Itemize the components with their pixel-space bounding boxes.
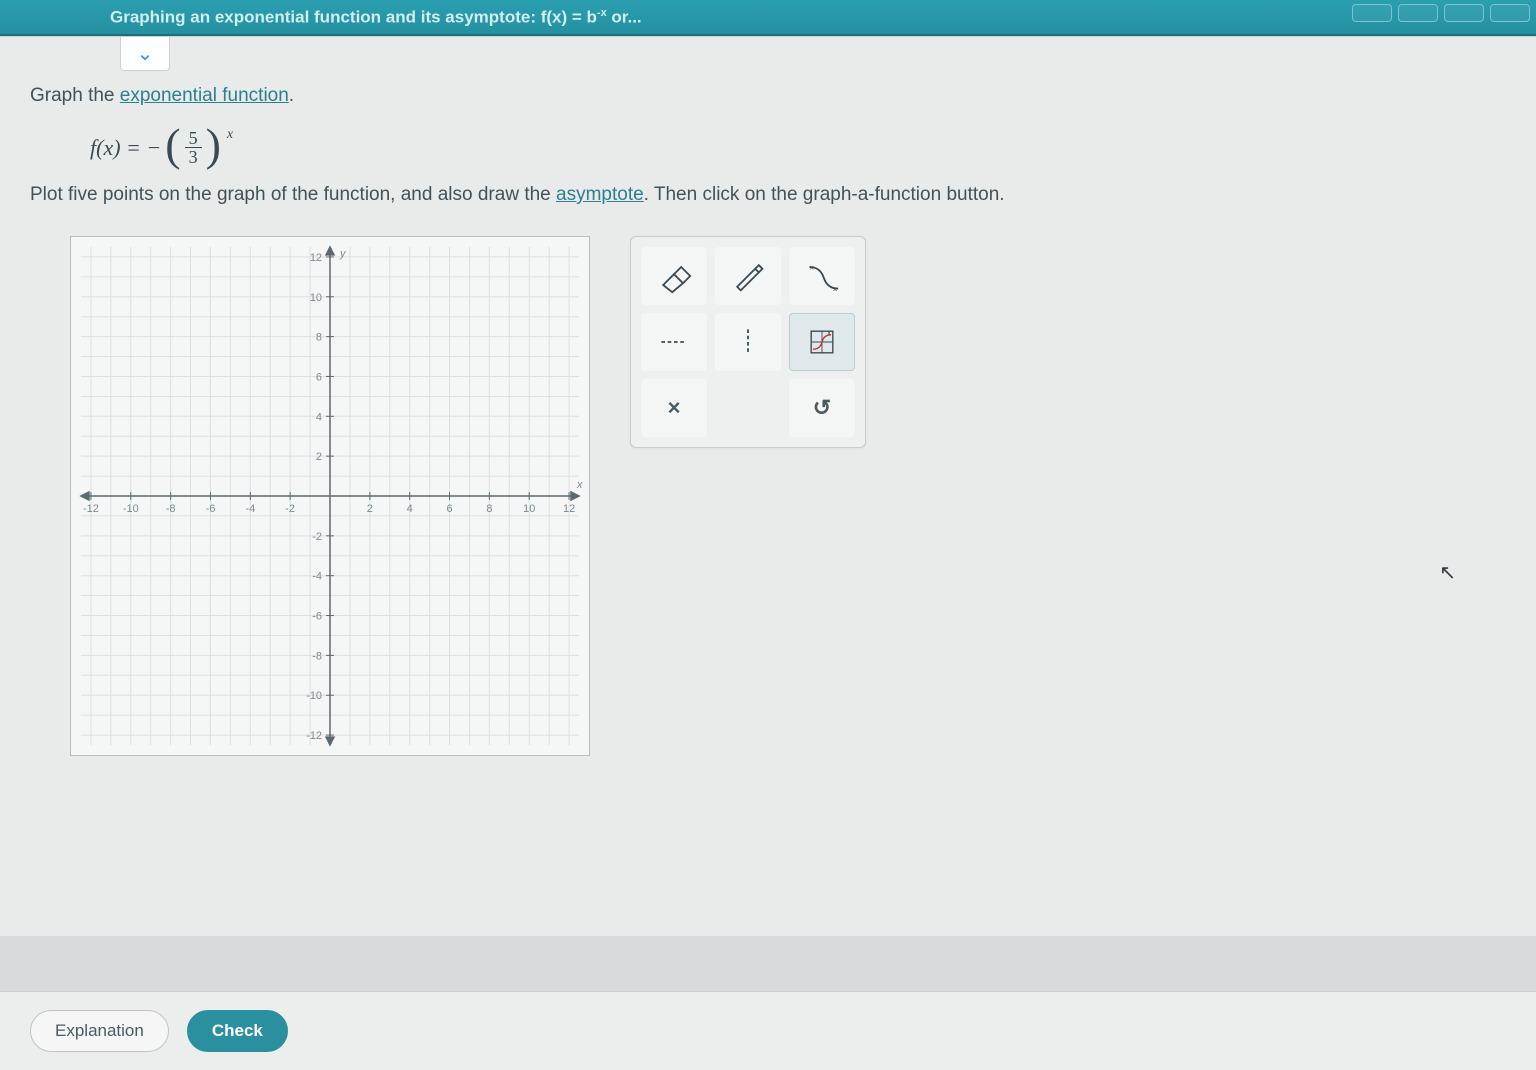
svg-text:-8: -8 (312, 650, 322, 662)
svg-text:8: 8 (316, 332, 322, 344)
horizontal-asymptote-icon (656, 324, 692, 360)
svg-text:y: y (339, 248, 347, 260)
clear-tool[interactable]: × (641, 379, 707, 437)
svg-text:×: × (833, 285, 838, 294)
undo-icon: ↺ (813, 395, 831, 421)
svg-text:-2: -2 (312, 531, 322, 543)
pencil-tool[interactable] (715, 247, 781, 305)
svg-text:2: 2 (316, 451, 322, 463)
asymptote-link[interactable]: asymptote (556, 184, 644, 205)
svg-text:8: 8 (486, 503, 492, 515)
undo-tool[interactable]: ↺ (789, 379, 855, 437)
title-bar: Graphing an exponential function and its… (0, 0, 1536, 36)
pencil-icon (730, 258, 766, 294)
title-text: Graphing an exponential function and its… (110, 7, 642, 28)
svg-text:4: 4 (407, 503, 413, 515)
graph-canvas[interactable]: -12 -10 -8 -6 -4 -2 2 4 6 8 10 12 2 4 (70, 236, 590, 756)
window-min-button[interactable] (1352, 4, 1392, 22)
curve-tool[interactable]: ×× (789, 247, 855, 305)
graph-function-icon: x (804, 324, 840, 360)
curve-icon: ×× (804, 258, 840, 294)
svg-text:-4: -4 (245, 503, 255, 515)
content-area: ⌄ Graph the exponential function. f(x) =… (0, 36, 1536, 936)
svg-text:-6: -6 (312, 611, 322, 623)
window-close-button[interactable] (1490, 4, 1530, 22)
svg-text:-10: -10 (123, 503, 139, 515)
window-restore-button[interactable] (1444, 4, 1484, 22)
close-icon: × (668, 395, 681, 421)
footer-bar: Explanation Check (0, 991, 1536, 1070)
svg-text:-2: -2 (285, 503, 295, 515)
svg-text:6: 6 (446, 503, 452, 515)
svg-text:-4: -4 (312, 571, 322, 583)
graph-function-tool[interactable]: x (789, 313, 855, 371)
svg-text:10: 10 (310, 292, 322, 304)
svg-text:x: x (827, 328, 831, 337)
chevron-down-icon: ⌄ (137, 41, 154, 66)
window-max-button[interactable] (1398, 4, 1438, 22)
svg-text:10: 10 (523, 503, 535, 515)
svg-text:-12: -12 (306, 730, 322, 742)
svg-text:x: x (576, 479, 583, 491)
explanation-button[interactable]: Explanation (30, 1010, 169, 1052)
vertical-asymptote-tool[interactable] (715, 313, 781, 371)
exponential-function-link[interactable]: exponential function (120, 85, 289, 106)
svg-text:12: 12 (310, 252, 322, 264)
check-button[interactable]: Check (187, 1010, 288, 1052)
svg-text:-12: -12 (83, 503, 99, 515)
function-formula: f(x) = − ( 5 3 ) x (90, 129, 1506, 166)
svg-text:-6: -6 (206, 503, 216, 515)
svg-text:-8: -8 (166, 503, 176, 515)
svg-text:2: 2 (367, 503, 373, 515)
eraser-tool[interactable] (641, 247, 707, 305)
cursor-icon: ↖ (1439, 560, 1456, 585)
horizontal-asymptote-tool[interactable] (641, 313, 707, 371)
svg-text:6: 6 (316, 371, 322, 383)
eraser-icon (656, 258, 692, 294)
vertical-asymptote-icon (730, 324, 766, 360)
svg-text:-10: -10 (306, 690, 322, 702)
svg-text:4: 4 (316, 411, 322, 423)
svg-text:×: × (809, 264, 814, 273)
prompt-text: Graph the exponential function. (30, 85, 1506, 107)
svg-text:12: 12 (563, 503, 575, 515)
tool-palette: ×× x × ↺ (630, 236, 866, 448)
instruction-text: Plot five points on the graph of the fun… (30, 184, 1506, 206)
section-toggle[interactable]: ⌄ (120, 37, 170, 71)
window-controls (1352, 4, 1536, 22)
